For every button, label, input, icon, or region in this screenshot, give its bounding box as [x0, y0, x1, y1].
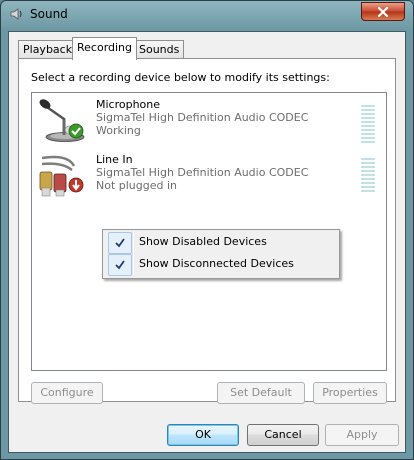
title-bar[interactable]: Sound: [1, 1, 413, 29]
window-title: Sound: [30, 7, 68, 21]
close-icon: [377, 6, 389, 17]
speaker-icon: [10, 8, 22, 20]
checkmark-icon: [108, 254, 132, 276]
device-name: Line In: [96, 153, 133, 166]
level-meter: [361, 105, 375, 145]
menu-item-label: Show Disconnected Devices: [139, 257, 294, 270]
level-meter: [361, 158, 375, 194]
device-driver: SigmaTel High Definition Audio CODEC: [96, 111, 309, 124]
cancel-button[interactable]: Cancel: [247, 424, 319, 446]
set-default-button[interactable]: Set Default: [217, 382, 305, 404]
device-status: Not plugged in: [96, 179, 178, 192]
menu-item-label: Show Disabled Devices: [139, 235, 267, 248]
device-status: Working: [96, 124, 141, 137]
default-device-check-icon: [68, 123, 84, 139]
checkmark-icon: [108, 232, 132, 254]
device-driver: SigmaTel High Definition Audio CODEC: [96, 166, 309, 179]
properties-button[interactable]: Properties: [313, 382, 387, 404]
unplugged-arrow-icon: [68, 177, 84, 193]
device-list-context-menu: Show Disabled Devices Show Disconnected …: [102, 229, 340, 279]
ok-button[interactable]: OK: [167, 424, 239, 446]
menu-item-show-disconnected-devices[interactable]: Show Disconnected Devices: [106, 254, 336, 276]
apply-button[interactable]: Apply: [325, 424, 399, 446]
device-name: Microphone: [96, 98, 161, 111]
close-button[interactable]: [361, 2, 405, 21]
configure-button[interactable]: Configure: [31, 382, 103, 404]
device-line-in[interactable]: Line In SigmaTel High Definition Audio C…: [32, 148, 386, 200]
instruction-text: Select a recording device below to modif…: [31, 71, 330, 84]
device-microphone[interactable]: Microphone SigmaTel High Definition Audi…: [32, 93, 386, 145]
tab-playback[interactable]: Playback: [18, 40, 78, 59]
menu-item-show-disabled-devices[interactable]: Show Disabled Devices: [106, 232, 336, 254]
tab-sounds[interactable]: Sounds: [134, 40, 185, 59]
tab-recording[interactable]: Recording: [72, 37, 138, 60]
